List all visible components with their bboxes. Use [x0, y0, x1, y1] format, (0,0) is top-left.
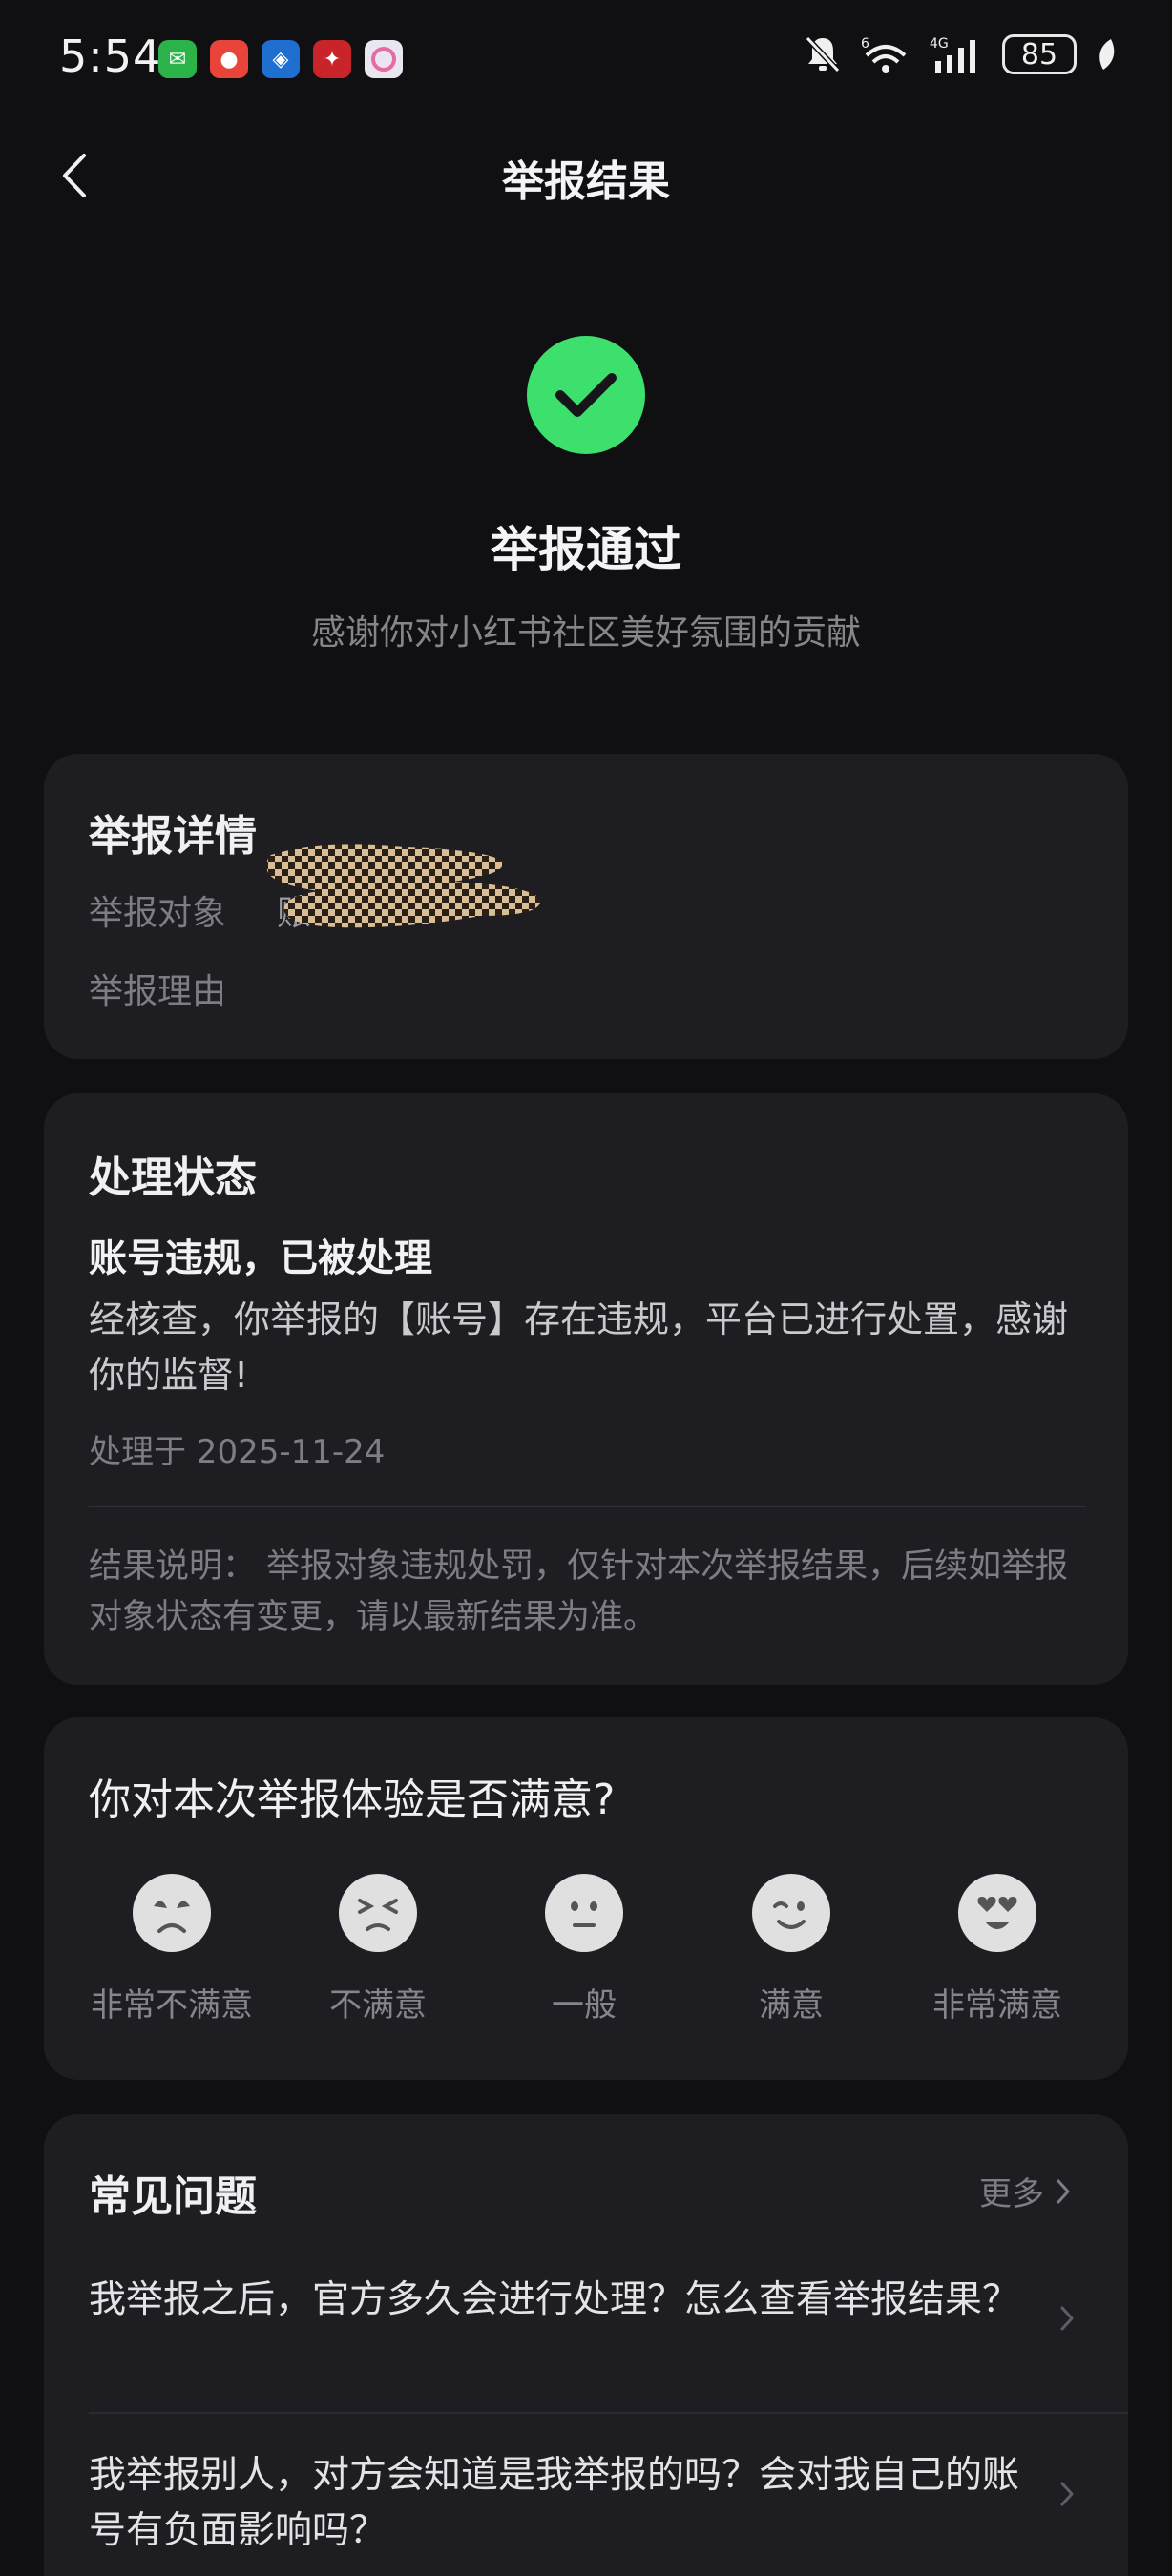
- status-description: 经核查，你举报的【账号】存在违规，平台已进行处置，感谢你的监督!: [89, 1298, 1069, 1396]
- app-notification-icon: ●: [210, 40, 248, 78]
- processed-date: 处理于 2025-11-24: [89, 1433, 386, 1471]
- survey-option-very-dissatisfied[interactable]: 非常不满意: [81, 1874, 262, 2025]
- notification-icons: ✉ ● ◈ ✦: [158, 40, 403, 78]
- leaf-icon: [1099, 39, 1115, 70]
- status-bar: 5:54 ✉ ● ◈ ✦ 6 4G 85: [0, 0, 1172, 114]
- page-title: 举报结果: [502, 157, 670, 206]
- processing-status-title: 处理状态: [89, 1153, 257, 1202]
- faq-card: 常见问题 更多 我举报之后，官方多久会进行处理？怎么查看举报结果？ 我举报别人，…: [44, 2114, 1128, 2576]
- faq-question: 我举报之后，官方多久会进行处理？怎么查看举报结果？: [89, 2278, 1020, 2321]
- survey-option-very-satisfied[interactable]: 非常满意: [907, 1874, 1088, 2025]
- report-reason-label: 举报理由: [89, 972, 227, 1011]
- mute-bell-icon: [805, 35, 841, 73]
- survey-option-satisfied[interactable]: 满意: [701, 1874, 882, 2025]
- survey-option-dissatisfied[interactable]: 不满意: [287, 1874, 469, 2025]
- svg-text:6: 6: [861, 36, 869, 52]
- satisfied-face-icon: [752, 1874, 830, 1952]
- report-details-title: 举报详情: [89, 812, 257, 861]
- result-subtitle: 感谢你对小红书社区美好氛围的贡献: [310, 613, 861, 653]
- wechat-icon: ✉: [158, 40, 197, 78]
- faq-question: 我举报别人，对方会知道是我举报的吗？会对我自己的账号有负面影响吗？: [89, 2454, 1020, 2552]
- chevron-right-icon: [1060, 2482, 1074, 2506]
- survey-option-neutral[interactable]: 一般: [493, 1874, 675, 2025]
- dissatisfied-face-icon: [339, 1874, 417, 1952]
- survey-option-label: 一般: [552, 1986, 617, 2025]
- result-title: 举报通过: [491, 522, 681, 577]
- nav-bar: 举报结果: [0, 134, 1172, 219]
- very-satisfied-face-icon: [958, 1874, 1036, 1952]
- cellular-signal-icon: 4G: [930, 36, 975, 73]
- bank-app-icon: ◈: [262, 40, 300, 78]
- report-details-card: 举报详情 举报对象 账 举报理由: [44, 754, 1128, 1059]
- satisfaction-survey-card: 你对本次举报体验是否满意? 非常不满意 不满意 一般 满意 非常满意: [44, 1717, 1128, 2080]
- report-target-label: 举报对象: [89, 894, 227, 933]
- survey-question: 你对本次举报体验是否满意?: [89, 1776, 616, 1824]
- divider: [89, 2412, 1128, 2414]
- faq-more-label: 更多: [979, 2175, 1044, 2213]
- survey-option-label: 非常不满意: [91, 1986, 253, 2025]
- status-time: 5:54: [59, 31, 162, 82]
- browser-app-icon: [365, 40, 403, 78]
- result-note: 结果说明： 举报对象违规处罚，仅针对本次举报结果，后续如举报对象状态有变更，请以…: [89, 1548, 1069, 1636]
- very-dissatisfied-face-icon: [133, 1874, 211, 1952]
- chevron-right-icon: [1060, 2306, 1074, 2331]
- neutral-face-icon: [545, 1874, 623, 1952]
- faq-more-link[interactable]: 更多: [979, 2168, 1071, 2214]
- status-headline: 账号违规，已被处理: [89, 1236, 432, 1280]
- divider: [89, 1506, 1086, 1507]
- chevron-right-icon: [1057, 2179, 1070, 2203]
- success-check-icon: [527, 336, 645, 454]
- svg-text:4G: 4G: [930, 36, 949, 52]
- survey-option-label: 非常满意: [932, 1986, 1062, 2025]
- wifi-icon: 6: [861, 36, 907, 73]
- news-app-icon: ✦: [313, 40, 351, 78]
- battery-indicator: 85: [1002, 34, 1077, 74]
- survey-option-label: 不满意: [329, 1986, 427, 2025]
- redaction-scribble: [266, 844, 541, 928]
- faq-title: 常见问题: [89, 2172, 257, 2221]
- battery-level: 85: [1020, 37, 1058, 72]
- survey-option-label: 满意: [759, 1986, 824, 2025]
- processing-status-card: 处理状态 账号违规，已被处理 经核查，你举报的【账号】存在违规，平台已进行处置，…: [44, 1093, 1128, 1685]
